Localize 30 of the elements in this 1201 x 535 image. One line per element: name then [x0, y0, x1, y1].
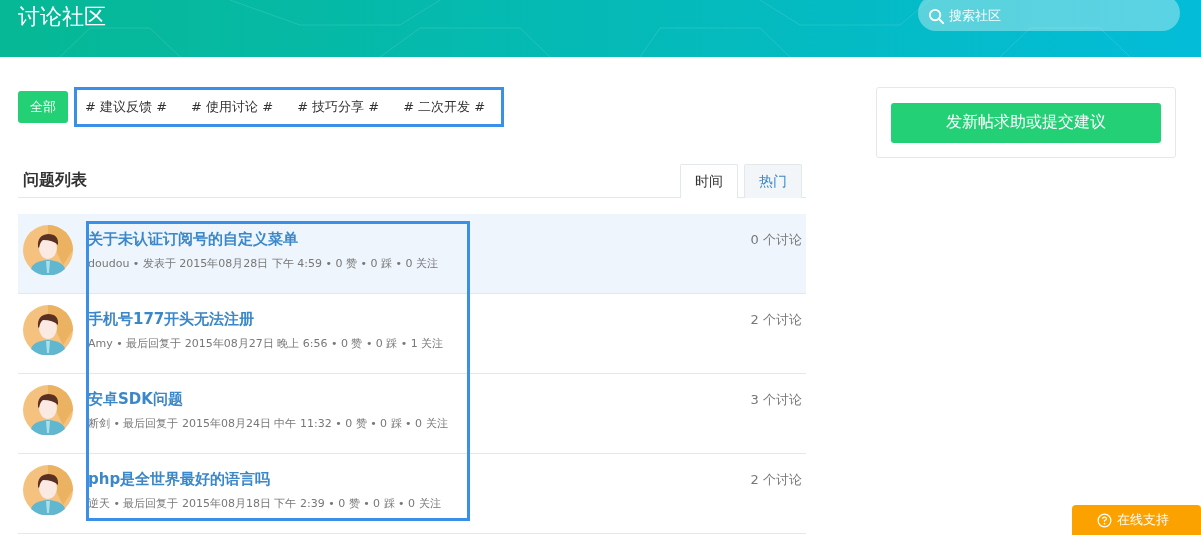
tag-filter[interactable]: # 二次开发 #	[395, 92, 496, 122]
sort-tab[interactable]: 热门	[744, 164, 802, 198]
post-meta: Amy • 最后回复于 2015年08月27日 晚上 6:56 • 0 赞 • 0 踩 • 1 关注	[88, 336, 445, 351]
tag-filter[interactable]: # 建议反馈 #	[77, 92, 178, 122]
post-meta: 逆天 • 最后回复于 2015年08月18日 下午 2:39 • 0 赞 • 0 踩 • 0 关注	[88, 496, 442, 511]
post-row[interactable]: 安卓SDK问题 断剑 • 最后回复于 2015年08月24日 中午 11:32 • 0 赞 • 0 踩 • 0 关注 3 个讨论	[18, 374, 806, 454]
post-title[interactable]: 关于未认证订阅号的自定义菜单	[88, 230, 751, 249]
avatar-icon	[23, 225, 73, 275]
help-icon	[1096, 512, 1112, 528]
post-title[interactable]: 安卓SDK问题	[88, 390, 751, 409]
post-meta: doudou • 发表于 2015年08月28日 下午 4:59 • 0 赞 • 0 踩 • 0 关注	[88, 256, 439, 271]
discussion-count: 2 个讨论	[750, 471, 802, 489]
post-meta: 断剑 • 最后回复于 2015年08月24日 中午 11:32 • 0 赞 • 0 踩 • 0 关注	[88, 416, 449, 431]
post-row[interactable]: 手机号177开头无法注册 Amy • 最后回复于 2015年08月27日 晚上 6:56 • 0 赞 • 0 踩 • 1 关注 2 个讨论	[18, 294, 806, 374]
search-icon	[928, 8, 945, 25]
avatar-icon	[23, 385, 73, 435]
post-title[interactable]: php是全世界最好的语言吗	[88, 470, 751, 489]
section-title: 问题列表	[22, 170, 87, 191]
tag-filter[interactable]: # 使用讨论 #	[183, 92, 284, 122]
avatar-icon	[23, 465, 73, 515]
discussion-count: 2 个讨论	[750, 311, 802, 329]
post-row[interactable]: php是全世界最好的语言吗 逆天 • 最后回复于 2015年08月18日 下午 2:39 • 0 赞 • 0 踩 • 0 关注 2 个讨论	[18, 454, 806, 534]
post-row[interactable]: 关于未认证订阅号的自定义菜单 doudou • 发表于 2015年08月28日 下午 4:59 • 0 赞 • 0 踩 • 0 关注 0 个讨论	[18, 214, 806, 294]
page-title: 讨论社区	[18, 3, 106, 31]
post-title[interactable]: 手机号177开头无法注册	[88, 310, 751, 329]
sort-tab[interactable]: 时间	[680, 164, 738, 198]
discussion-count: 0 个讨论	[750, 231, 802, 249]
discussion-count: 3 个讨论	[750, 391, 802, 409]
avatar-icon	[23, 305, 73, 355]
tag-filter[interactable]: # 技巧分享 #	[289, 92, 390, 122]
